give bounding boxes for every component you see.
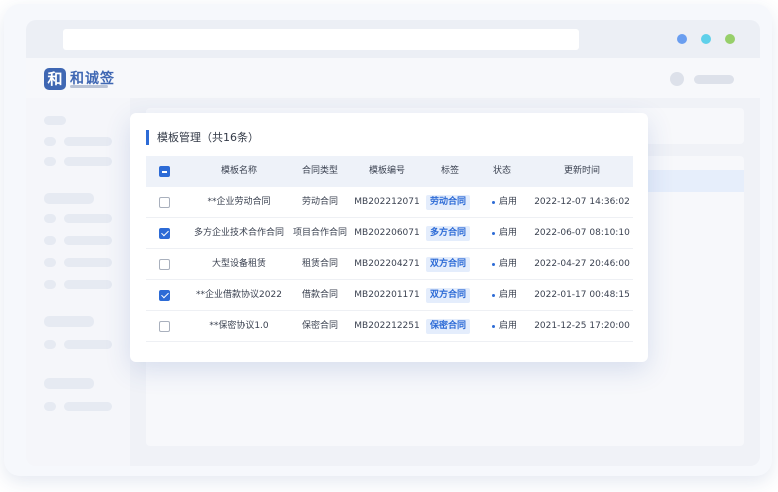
- header-template-name: 模板名称: [220, 166, 257, 176]
- cell-updated-time: 2021-12-25 17:20:00: [534, 321, 630, 331]
- tag-badge: 保密合同: [426, 319, 471, 334]
- sidebar-item[interactable]: [44, 258, 56, 267]
- cell-template-name: **企业借款协议2022: [196, 290, 282, 300]
- cell-template-name: 大型设备租赁: [211, 259, 266, 269]
- sidebar-item[interactable]: [44, 402, 56, 411]
- status-dot-icon: [492, 325, 495, 328]
- cell-template-name: **保密协议1.0: [209, 321, 269, 331]
- window-dot-green-icon[interactable]: [725, 34, 735, 44]
- card-title: 模板管理（共16条）: [146, 130, 259, 145]
- cell-status: 启用: [499, 259, 518, 269]
- cell-status: 启用: [499, 290, 518, 300]
- table-row[interactable]: 大型设备租赁 租赁合同 MB202204271 双方合同 启用 2022-04-…: [146, 249, 633, 280]
- header-status: 状态: [492, 166, 511, 176]
- user-avatar[interactable]: [670, 72, 684, 86]
- cell-updated-time: 2022-06-07 08:10:10: [534, 228, 630, 238]
- sidebar-group: [44, 193, 94, 204]
- sidebar-item[interactable]: [44, 280, 56, 289]
- cell-template-name: 多方企业技术合作合同: [193, 228, 284, 238]
- cell-template-code: MB202212251: [354, 321, 420, 331]
- cell-template-code: MB202206071: [354, 228, 420, 238]
- header-updated-time: 更新时间: [563, 166, 600, 176]
- address-bar[interactable]: [63, 29, 579, 50]
- tag-badge: 多方合同: [426, 226, 471, 241]
- status-dot-icon: [492, 232, 495, 235]
- header-contract-type: 合同类型: [301, 166, 338, 176]
- cell-contract-type: 项目合作合同: [292, 228, 347, 238]
- table-header: 模板名称 合同类型 模板编号 标签 状态 更新时间: [146, 156, 633, 187]
- logo-slogan: [70, 85, 108, 88]
- table-row[interactable]: **企业借款协议2022 借款合同 MB202201171 双方合同 启用 20…: [146, 280, 633, 311]
- sidebar-item[interactable]: [64, 340, 112, 349]
- sidebar-item[interactable]: [64, 236, 112, 245]
- cell-contract-type: 劳动合同: [301, 197, 338, 207]
- sidebar-group: [44, 316, 94, 327]
- sidebar-item[interactable]: [64, 402, 112, 411]
- sidebar-group: [44, 378, 94, 389]
- window-dot-blue-icon[interactable]: [677, 34, 687, 44]
- header-template-code: 模板编号: [368, 166, 405, 176]
- cell-updated-time: 2022-04-27 20:46:00: [534, 259, 630, 269]
- sidebar-item[interactable]: [44, 214, 56, 223]
- header-tag: 标签: [440, 166, 459, 176]
- sidebar-item[interactable]: [44, 137, 56, 146]
- cell-template-code: MB202204271: [354, 259, 420, 269]
- table-row[interactable]: 多方企业技术合作合同 项目合作合同 MB202206071 多方合同 启用 20…: [146, 218, 633, 249]
- cell-contract-type: 保密合同: [301, 321, 338, 331]
- row-checkbox[interactable]: [159, 197, 170, 208]
- sidebar-item[interactable]: [44, 157, 56, 166]
- cell-contract-type: 借款合同: [301, 290, 338, 300]
- sidebar-item[interactable]: [44, 340, 56, 349]
- window-dot-cyan-icon[interactable]: [701, 34, 711, 44]
- cell-contract-type: 租赁合同: [301, 259, 338, 269]
- browser-titlebar: [26, 20, 760, 58]
- sidebar-item[interactable]: [64, 157, 112, 166]
- logo-icon: 和: [44, 68, 66, 90]
- status-dot-icon: [492, 294, 495, 297]
- sidebar-item[interactable]: [44, 236, 56, 245]
- sidebar-item[interactable]: [64, 258, 112, 267]
- tag-badge: 劳动合同: [426, 195, 471, 210]
- status-dot-icon: [492, 201, 495, 204]
- cell-status: 启用: [499, 228, 518, 238]
- cell-template-name: **企业劳动合同: [207, 197, 271, 207]
- cell-updated-time: 2022-01-17 00:48:15: [534, 290, 630, 300]
- sidebar: [26, 98, 130, 466]
- row-checkbox[interactable]: [159, 259, 170, 270]
- cell-template-code: MB202212071: [354, 197, 420, 207]
- tag-badge: 双方合同: [426, 288, 471, 303]
- template-management-card: 模板管理（共16条） 模板名称 合同类型 模板编号 标签 状态 更新时间 **企…: [130, 113, 648, 362]
- cell-updated-time: 2022-12-07 14:36:02: [534, 197, 630, 207]
- table-row[interactable]: **企业劳动合同 劳动合同 MB202212071 劳动合同 启用 2022-1…: [146, 187, 633, 218]
- cell-status: 启用: [499, 321, 518, 331]
- cell-template-code: MB202201171: [354, 290, 420, 300]
- status-dot-icon: [492, 263, 495, 266]
- tag-badge: 双方合同: [426, 257, 471, 272]
- sidebar-item[interactable]: [64, 137, 112, 146]
- select-all-checkbox[interactable]: [159, 166, 170, 177]
- row-checkbox[interactable]: [159, 321, 170, 332]
- sidebar-placeholder: [44, 116, 66, 125]
- cell-status: 启用: [499, 197, 518, 207]
- table-row[interactable]: **保密协议1.0 保密合同 MB202212251 保密合同 启用 2021-…: [146, 311, 633, 342]
- row-checkbox[interactable]: [159, 228, 170, 239]
- sidebar-item[interactable]: [64, 280, 112, 289]
- app-header: 和 和诚签: [26, 58, 760, 98]
- row-checkbox[interactable]: [159, 290, 170, 301]
- user-name-placeholder[interactable]: [694, 75, 734, 84]
- sidebar-item[interactable]: [64, 214, 112, 223]
